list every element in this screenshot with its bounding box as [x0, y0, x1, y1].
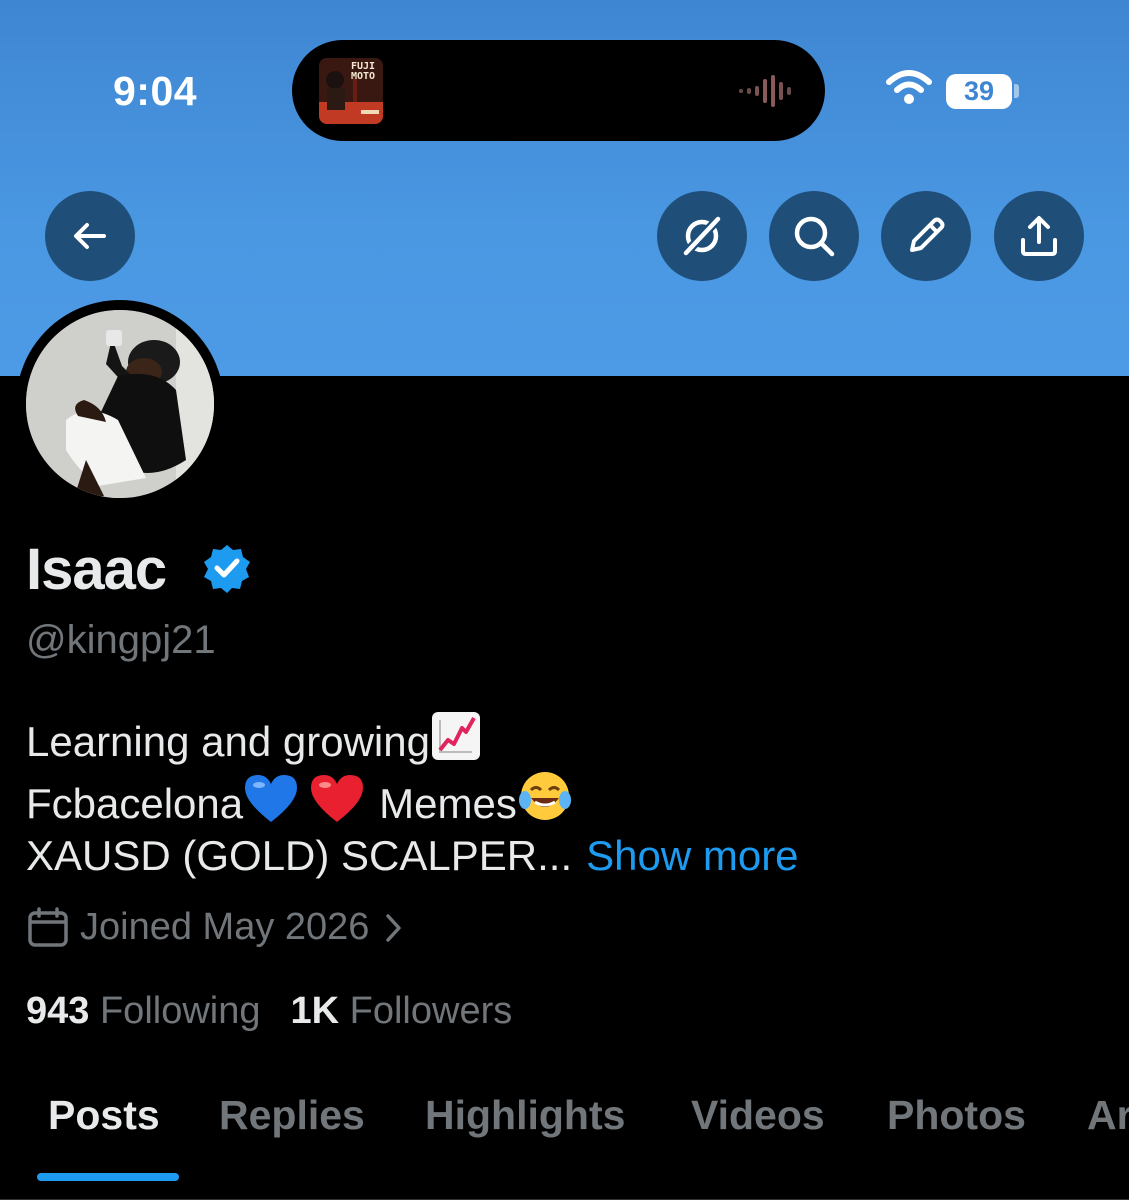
tab-highlights[interactable]: Highlights — [425, 1092, 625, 1139]
joined-date-row[interactable]: Joined May 2026 — [26, 906, 403, 949]
user-handle: @kingpj21 — [26, 618, 216, 662]
bio-line-3: XAUSD (GOLD) SCALPER... Show more — [26, 832, 799, 880]
arrow-left-icon — [74, 223, 106, 249]
show-more-link[interactable]: Show more — [586, 832, 798, 879]
red-heart-icon — [311, 775, 364, 822]
avatar[interactable] — [26, 310, 214, 498]
search-button[interactable] — [769, 191, 859, 281]
profile-tabs: Posts Replies Highlights Videos Photos A… — [0, 1092, 1129, 1200]
following-label: Following — [99, 990, 261, 1032]
bio-text-2b: Memes — [379, 780, 517, 827]
bio-line-2: Fcbacelona Memes — [26, 770, 573, 828]
search-icon — [794, 216, 835, 257]
wifi-icon — [886, 70, 932, 104]
grok-icon — [681, 214, 723, 258]
edit-button[interactable] — [881, 191, 971, 281]
followers-label: Followers — [349, 990, 513, 1032]
chevron-right-icon — [386, 913, 402, 942]
status-time: 9:04 — [113, 68, 198, 114]
follow-stats: 943 Following 1K Followers — [26, 990, 512, 1033]
tab-photos[interactable]: Photos — [887, 1092, 1026, 1139]
tab-articles[interactable]: Ar — [1087, 1092, 1129, 1139]
following-stat[interactable]: 943 Following — [26, 990, 261, 1033]
verified-badge-icon[interactable] — [202, 543, 252, 593]
back-button[interactable] — [45, 191, 135, 281]
blue-heart-icon — [245, 775, 298, 822]
following-count: 943 — [26, 990, 90, 1032]
tab-posts[interactable]: Posts — [48, 1092, 160, 1139]
battery-indicator: 39 — [946, 74, 1012, 109]
chart-increasing-icon — [431, 712, 480, 760]
now-playing-album-art: FUJI MOTO — [319, 58, 383, 124]
bio-text-3: XAUSD (GOLD) SCALPER... — [26, 832, 573, 879]
tab-videos[interactable]: Videos — [691, 1092, 825, 1139]
followers-count: 1K — [290, 990, 340, 1032]
bio-text-2a: Fcbacelona — [26, 780, 244, 827]
share-icon — [1021, 216, 1057, 256]
grok-button[interactable] — [657, 191, 747, 281]
active-tab-indicator — [37, 1173, 179, 1181]
display-name: Isaac — [26, 537, 167, 602]
pencil-icon — [910, 217, 945, 252]
calendar-icon — [28, 906, 68, 947]
followers-stat[interactable]: 1K Followers — [291, 990, 513, 1033]
bio-text-1: Learning and growing — [26, 718, 430, 765]
face-with-tears-of-joy-icon — [518, 772, 571, 820]
album-art-text: FUJI MOTO — [351, 61, 376, 82]
share-button[interactable] — [994, 191, 1084, 281]
tab-replies[interactable]: Replies — [219, 1092, 365, 1139]
battery-nub — [1014, 84, 1019, 98]
dynamic-island[interactable]: FUJI MOTO — [292, 40, 825, 141]
joined-date: Joined May 2026 — [80, 906, 370, 948]
bio-line-1: Learning and growing — [26, 710, 482, 766]
audio-waveform-icon — [739, 75, 791, 107]
